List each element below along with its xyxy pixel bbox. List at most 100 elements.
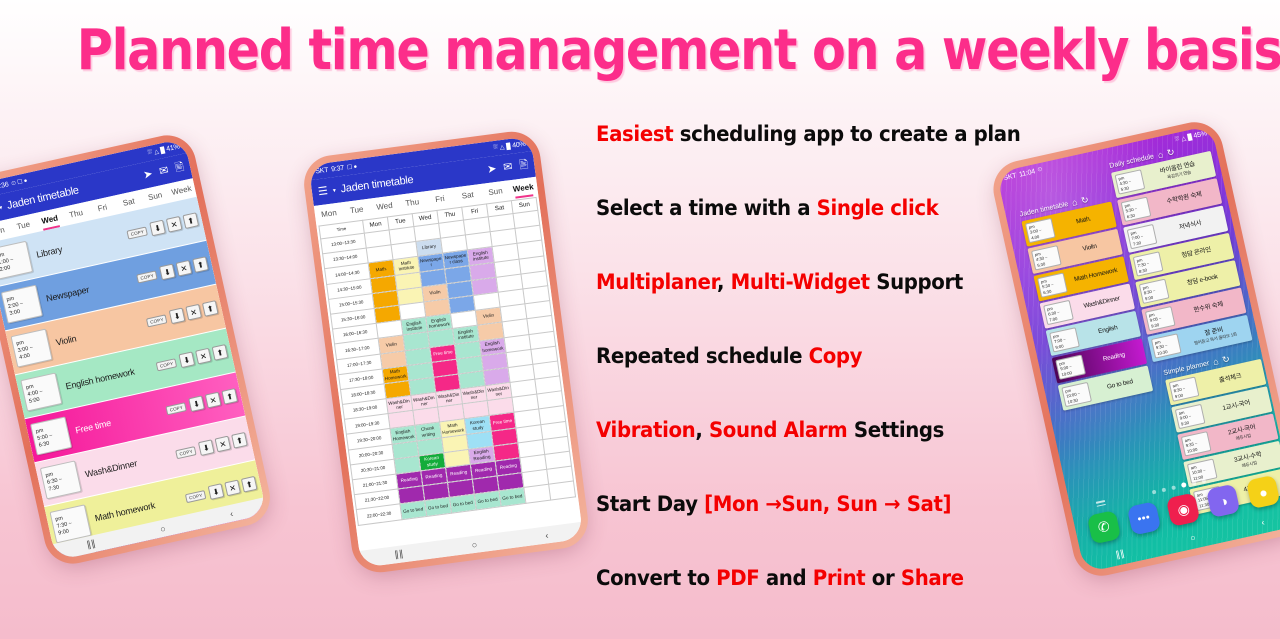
send-icon[interactable]: ➤ bbox=[486, 162, 497, 175]
back-button[interactable]: ‹ bbox=[229, 508, 234, 518]
home-button[interactable]: ○ bbox=[1189, 532, 1196, 543]
day-tab-thu[interactable]: Thu bbox=[397, 191, 427, 213]
move-up-button[interactable]: ⬆ bbox=[192, 256, 209, 273]
mail-icon[interactable]: ✉ bbox=[503, 160, 514, 173]
event-action-buttons[interactable]: ⬇ ✕ ⬆ bbox=[197, 431, 248, 456]
move-down-button[interactable]: ⬇ bbox=[207, 483, 225, 500]
grid-cell[interactable] bbox=[548, 481, 576, 500]
copy-button[interactable]: COPY bbox=[165, 401, 187, 415]
copy-button[interactable]: COPY bbox=[146, 313, 168, 327]
copy-button[interactable]: COPY bbox=[136, 269, 158, 283]
back-button[interactable]: ‹ bbox=[545, 530, 549, 540]
event-action-buttons[interactable]: ⬇ ✕ ⬆ bbox=[178, 344, 229, 369]
widget-item-time: am 9:35 ~10:00 bbox=[1180, 431, 1212, 457]
move-up-button[interactable]: ⬆ bbox=[182, 212, 200, 229]
page-dot[interactable] bbox=[1151, 489, 1156, 495]
refresh-icon[interactable]: ↻ bbox=[1221, 354, 1231, 365]
delete-button[interactable]: ✕ bbox=[175, 259, 193, 277]
event-action-buttons[interactable]: ⬇ ✕ ⬆ bbox=[207, 475, 258, 500]
event-action-buttons[interactable]: ⬇ ✕ ⬆ bbox=[168, 300, 219, 325]
page-dot[interactable] bbox=[1191, 480, 1196, 486]
event-action-buttons[interactable]: ⬇ ✕ ⬆ bbox=[188, 388, 239, 413]
delete-button[interactable]: ✕ bbox=[204, 391, 222, 409]
delete-button[interactable]: ✕ bbox=[224, 479, 241, 497]
copy-button[interactable]: COPY bbox=[185, 489, 207, 503]
delete-button[interactable]: ✕ bbox=[214, 435, 232, 453]
battery-percent: 40% bbox=[511, 140, 527, 150]
recents-button[interactable]: ∥∥ bbox=[86, 538, 97, 551]
day-tab-mon[interactable]: Mon bbox=[314, 202, 344, 224]
page-dot[interactable] bbox=[1160, 487, 1166, 492]
delete-button[interactable]: ✕ bbox=[195, 347, 212, 365]
page-dot-active[interactable] bbox=[1180, 482, 1187, 489]
event-time-box[interactable]: pm 5:00 ~6:30 bbox=[30, 416, 73, 456]
feature-line: Multiplaner, Multi-Widget Support bbox=[596, 270, 991, 344]
move-up-button[interactable]: ⬆ bbox=[240, 475, 258, 493]
move-up-button[interactable]: ⬆ bbox=[221, 388, 239, 405]
grid-cell[interactable]: Go to bed bbox=[474, 491, 501, 510]
hamburger-menu-icon[interactable]: ☰ bbox=[317, 185, 328, 198]
day-tab-sun[interactable]: Sun bbox=[480, 180, 510, 202]
move-down-button[interactable]: ⬇ bbox=[158, 263, 176, 281]
day-tab-tue[interactable]: Tue bbox=[342, 199, 372, 221]
camera-icon[interactable]: ◉ bbox=[1166, 492, 1201, 527]
event-time-box[interactable]: pm 2:00 ~3:00 bbox=[0, 284, 43, 324]
delete-button[interactable]: ✕ bbox=[185, 303, 203, 321]
move-down-button[interactable]: ⬇ bbox=[197, 439, 215, 456]
day-tab-sat[interactable]: Sat bbox=[453, 184, 483, 206]
grid-cell[interactable] bbox=[523, 484, 551, 503]
timetable-grid[interactable]: Time Mon Tue Wed Thu Fri Sat Sun 13:00~13:30 13:3… bbox=[318, 197, 576, 526]
move-up-button[interactable]: ⬆ bbox=[201, 300, 219, 317]
chevron-down-icon[interactable]: ▾ bbox=[0, 204, 3, 212]
event-action-buttons[interactable]: ⬇ ✕ ⬆ bbox=[158, 256, 209, 281]
home-icon[interactable]: ⌂ bbox=[1157, 149, 1164, 160]
refresh-icon[interactable]: ↻ bbox=[1080, 194, 1090, 205]
grid-cell[interactable]: Go to bed bbox=[424, 497, 452, 517]
phone-icon[interactable]: ✆ bbox=[1086, 509, 1122, 545]
send-icon[interactable]: ➤ bbox=[142, 167, 154, 181]
copy-button[interactable]: COPY bbox=[155, 357, 178, 371]
day-tab-wed[interactable]: Wed bbox=[369, 195, 399, 217]
day-tab-fri[interactable]: Fri bbox=[425, 188, 455, 210]
day-tab-week[interactable]: Week bbox=[508, 177, 538, 199]
home-button[interactable]: ○ bbox=[471, 539, 478, 550]
recents-button[interactable]: ∥∥ bbox=[394, 548, 404, 560]
browser-icon[interactable]: ◑ bbox=[1206, 483, 1241, 519]
page-dot[interactable] bbox=[1200, 478, 1206, 484]
pdf-icon[interactable]: 🖹 bbox=[519, 158, 529, 171]
messages-icon[interactable]: ●●● bbox=[1126, 501, 1162, 536]
event-action-buttons[interactable]: ⬇ ✕ ⬆ bbox=[149, 212, 200, 237]
home-button[interactable]: ○ bbox=[159, 523, 166, 534]
move-down-button[interactable]: ⬇ bbox=[178, 351, 196, 369]
feature-text: Support bbox=[869, 270, 963, 294]
move-down-button[interactable]: ⬇ bbox=[188, 395, 205, 413]
chevron-down-icon[interactable]: ▾ bbox=[332, 187, 336, 194]
move-up-button[interactable]: ⬆ bbox=[211, 344, 229, 361]
mail-icon[interactable]: ✉ bbox=[158, 164, 170, 178]
store-icon[interactable]: ● bbox=[1245, 474, 1280, 510]
home-icon[interactable]: ⌂ bbox=[1071, 197, 1078, 208]
app-bar-actions: ➤ ✉ 🖹 bbox=[486, 158, 529, 175]
recents-button[interactable]: ∥∥ bbox=[1114, 548, 1125, 561]
move-down-button[interactable]: ⬇ bbox=[168, 307, 186, 325]
pdf-icon[interactable]: 🖹 bbox=[174, 160, 185, 174]
copy-button[interactable]: COPY bbox=[126, 225, 148, 239]
app-drawer-icon[interactable] bbox=[1095, 499, 1106, 507]
back-button[interactable]: ‹ bbox=[1260, 517, 1265, 527]
event-time-box[interactable]: pm 1:00 ~2:00 bbox=[0, 240, 34, 280]
delete-button[interactable]: ✕ bbox=[165, 215, 183, 233]
refresh-icon[interactable]: ↻ bbox=[1166, 147, 1176, 158]
page-dot[interactable] bbox=[1170, 484, 1176, 490]
copy-button[interactable]: COPY bbox=[175, 445, 197, 459]
move-up-button[interactable]: ⬆ bbox=[231, 431, 248, 449]
event-time-box[interactable]: pm 6:30 ~7:30 bbox=[39, 460, 82, 500]
event-time-box[interactable]: pm 4:00 ~5:00 bbox=[20, 372, 63, 412]
move-down-button[interactable]: ⬇ bbox=[149, 219, 166, 237]
home-icon[interactable]: ⌂ bbox=[1212, 356, 1219, 367]
grid-cell[interactable]: Go to bed bbox=[399, 500, 427, 520]
timetable-grid-wrapper[interactable]: Time Mon Tue Wed Thu Fri Sat Sun 13:00~13:30 13:3… bbox=[316, 195, 582, 552]
event-time-box[interactable]: pm 3:00 ~4:00 bbox=[10, 328, 53, 368]
grid-cell[interactable]: Go to bed bbox=[498, 487, 526, 507]
widget-item-title: 1교시-국어 bbox=[1221, 399, 1251, 413]
grid-cell[interactable]: Go to bed bbox=[449, 494, 477, 513]
